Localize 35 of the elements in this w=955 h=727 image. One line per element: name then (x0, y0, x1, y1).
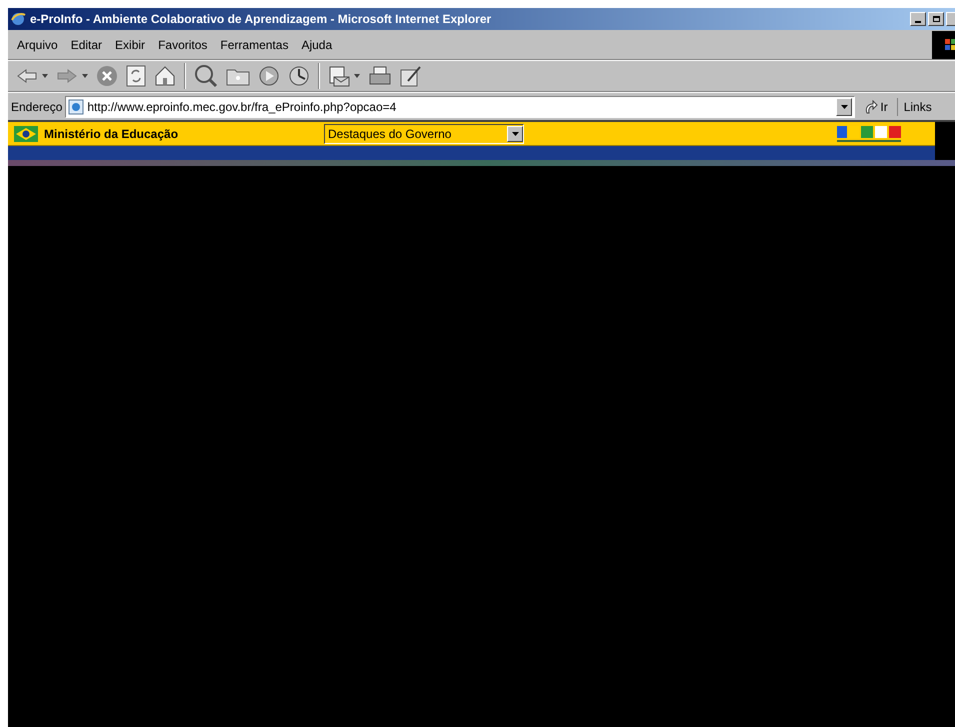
mail-icon[interactable] (328, 65, 350, 87)
printer-icon[interactable] (368, 66, 392, 86)
address-field[interactable]: http://www.eproinfo.mec.gov.br/fra_eProinfo.php?opcao=4 (65, 96, 856, 118)
menu-item[interactable]: Exibir (110, 36, 150, 54)
refresh-icon[interactable] (126, 65, 146, 87)
caret-icon (512, 132, 518, 136)
ministry-title: Ministério da Educação (44, 126, 180, 142)
dropdown-caret-icon[interactable] (354, 74, 360, 78)
links-button[interactable]: Links (896, 98, 932, 116)
media-icon[interactable] (258, 65, 280, 87)
menu-item[interactable]: Favoritos (153, 36, 212, 54)
page-icon (68, 98, 84, 114)
go-button[interactable]: Ir (858, 98, 894, 116)
dropdown-button[interactable] (836, 98, 852, 116)
dropdown-caret-icon[interactable] (42, 74, 48, 78)
flag-icon (14, 126, 38, 142)
menu-item[interactable]: Editar (66, 36, 108, 54)
dropdown-caret-icon[interactable] (82, 74, 88, 78)
browser-icon (10, 11, 26, 27)
back-arrow-icon[interactable] (16, 68, 38, 84)
address-label: Endereço (11, 98, 62, 116)
restore-button[interactable] (928, 12, 944, 26)
search-icon[interactable] (194, 64, 218, 88)
history-icon[interactable] (288, 65, 310, 87)
home-icon[interactable] (154, 65, 176, 87)
menu-item[interactable]: Arquivo (12, 36, 63, 54)
highlights-select[interactable]: Destaques do Governo (324, 124, 524, 144)
window-title: e-ProInfo - Ambiente Colaborativo de Aprendizagem - Microsoft Internet Explorer (30, 11, 492, 28)
stop-icon[interactable] (96, 65, 118, 87)
caret-icon (840, 104, 848, 108)
menu-item[interactable]: Ajuda (296, 36, 338, 54)
minimize-button[interactable] (910, 12, 926, 26)
go-arrow-icon (864, 100, 878, 114)
menu-item[interactable]: Ferramentas (215, 36, 294, 54)
edit-icon[interactable] (400, 65, 422, 87)
